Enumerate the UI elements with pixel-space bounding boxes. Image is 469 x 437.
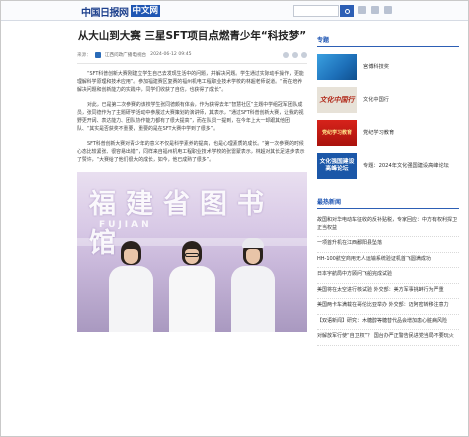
news-link[interactable]: 日本宇航局中方顾问飞船完成试验	[317, 268, 459, 284]
share-wechat-icon[interactable]	[292, 51, 298, 58]
topics-heading: 专题	[317, 35, 459, 47]
news-link[interactable]: 对解放军行使“自卫权”？ 国台办严正警告民进党当局不要玩火	[317, 330, 459, 346]
student-head	[182, 241, 202, 265]
topic-thumbnail[interactable]: 文化强国建设高峰论坛	[317, 152, 357, 179]
student-head	[242, 238, 264, 265]
search-button[interactable]	[340, 5, 354, 17]
hot-news-heading: 最热新闻	[317, 197, 459, 209]
topic-thumbnail[interactable]	[317, 53, 357, 80]
site-logo[interactable]: 中国日报网 中文网	[81, 4, 161, 19]
article-meta: 来源： 江西问政广播电视台 2024-06-12 09:45	[77, 51, 307, 64]
topic-promo[interactable]: 文化强国建设高峰论坛 专题：2024年文化强国建设高峰论坛	[317, 152, 459, 179]
news-link[interactable]: 美国两卡车满载在哥伦比亚举办 外交部：迈阿密转移注意力	[317, 299, 459, 315]
student-shirt	[109, 266, 153, 332]
article: 从大山到大赛 三星SFT项目点燃青少年“科技梦” 来源： 江西问政广播电视台 2…	[77, 29, 307, 332]
mobile-icon[interactable]	[384, 6, 392, 14]
logo-tag: 中文网	[130, 5, 161, 17]
hot-news-list: 故国和对华电动车征收的反补贴税，专家回应：中方有权利捍卫正当权益 一项首升机在江…	[317, 214, 459, 346]
student-figure	[231, 238, 275, 332]
news-link[interactable]: 故国和对华电动车征收的反补贴税，专家回应：中方有权利捍卫正当权益	[317, 214, 459, 237]
student-figure	[109, 241, 153, 332]
site-header: 中国日报网 中文网	[1, 1, 468, 21]
topic-thumbnail[interactable]: 文化中国行	[317, 86, 357, 113]
student-figure	[169, 241, 215, 332]
topic-label[interactable]: 文化中国行	[363, 96, 389, 104]
news-link[interactable]: 【双语新闻】研究：木糖醇等糖替代品会增加患心脏病风险	[317, 315, 459, 330]
topic-label[interactable]: 专题：2024年文化强国建设高峰论坛	[363, 162, 449, 170]
source-label: 来源：	[77, 52, 91, 58]
article-source[interactable]: 江西问政广播电视台	[105, 52, 146, 58]
share-weibo-icon[interactable]	[283, 51, 289, 58]
cap-icon	[242, 238, 264, 248]
topic-label[interactable]: 宫博科技奖	[363, 63, 389, 71]
article-photo: 福建省图书馆 FUJIAN	[77, 172, 307, 332]
topic-promo[interactable]: 宫博科技奖	[317, 53, 459, 80]
share-qq-icon[interactable]	[301, 51, 307, 58]
wechat-icon[interactable]	[371, 6, 379, 14]
topic-promo[interactable]: 文化中国行 文化中国行	[317, 86, 459, 113]
library-sign-sub: FUJIAN	[99, 220, 152, 230]
share-icons	[283, 51, 307, 58]
source-icon	[94, 51, 101, 58]
article-date: 2024-06-12 09:45	[150, 52, 192, 57]
article-paragraph: “SFT科普创新大赛刚建立学生自己去发现生活中的问题，并解决问题。学生通过实际动…	[77, 71, 304, 93]
page-frame: 中国日报网 中文网 从大山到大赛 三星SFT项目点燃青少年“科技梦” 来源： 江…	[0, 0, 469, 437]
news-link[interactable]: 一项首升机在江西鄱阳县坠落	[317, 237, 459, 253]
news-link[interactable]: 美国将在太空进行核试验 外交部：美方军事挑衅行为严重	[317, 284, 459, 299]
student-shirt	[169, 266, 215, 332]
logo-text: 中国日报网	[81, 7, 129, 19]
news-link[interactable]: HH-100航空商用无人运输系统验证机首飞圆满成功	[317, 253, 459, 268]
glasses-icon	[185, 253, 199, 257]
sidebar: 专题 宫博科技奖 文化中国行 文化中国行 党纪学习教育 党纪学习教育 文化强国建…	[317, 35, 459, 346]
header-links	[358, 6, 392, 14]
search-input[interactable]	[293, 5, 339, 17]
article-paragraph: 对此，已是第二次参赛的该校学生张同德颇有体会，作为获得去年“智慧社区”主题中学组…	[77, 102, 304, 132]
weibo-icon[interactable]	[358, 6, 366, 14]
topic-thumbnail[interactable]: 党纪学习教育	[317, 119, 357, 146]
topic-promo[interactable]: 党纪学习教育 党纪学习教育	[317, 119, 459, 146]
article-title: 从大山到大赛 三星SFT项目点燃青少年“科技梦”	[77, 30, 307, 42]
student-head	[121, 241, 141, 265]
student-shirt	[231, 266, 275, 332]
topic-label[interactable]: 党纪学习教育	[363, 129, 394, 137]
article-paragraph: SFT科普创新大赛对青少年的意义不仅是科学素养的提高，也是心理素质的成长。“第一…	[77, 141, 305, 163]
search-icon	[344, 8, 350, 14]
